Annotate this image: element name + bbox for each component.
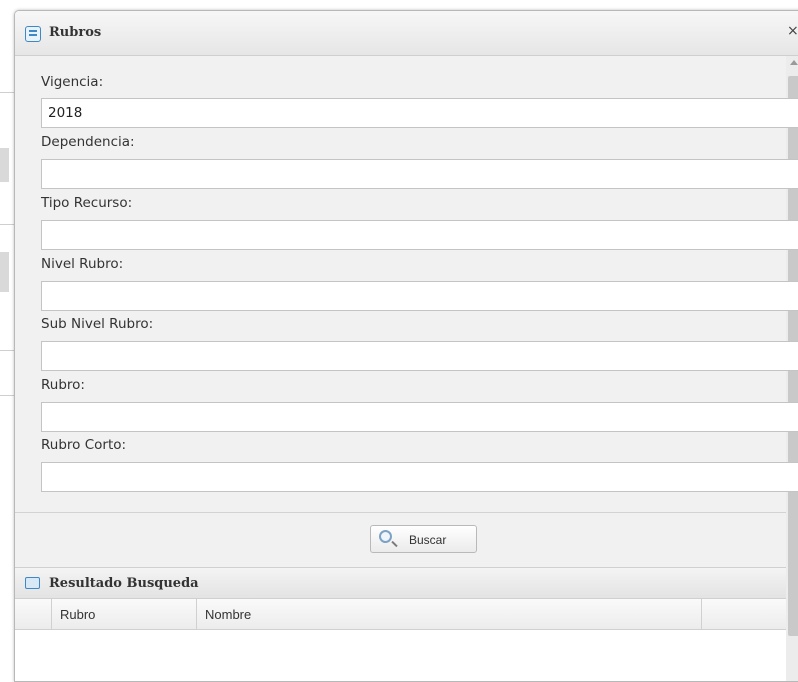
- results-grid-header: Rubro Nombre: [15, 599, 786, 630]
- results-panel-icon: [25, 577, 40, 589]
- rubro-corto-label: Rubro Corto:: [41, 437, 127, 453]
- results-grid-body: [15, 630, 786, 681]
- window-icon: [25, 26, 41, 42]
- column-header-rubro[interactable]: Rubro: [51, 599, 196, 629]
- tipo-recurso-label: Tipo Recurso:: [41, 195, 133, 211]
- background-page-edge: [0, 252, 9, 292]
- column-header-empty: [701, 599, 786, 629]
- background-page-edge: [0, 148, 9, 182]
- background-divider: [0, 395, 14, 396]
- form-divider: [15, 512, 786, 513]
- background-divider: [0, 350, 14, 351]
- rubro-input[interactable]: [41, 402, 798, 432]
- sub-nivel-rubro-input[interactable]: [41, 341, 798, 371]
- results-panel-header: Resultado Busqueda: [15, 567, 786, 599]
- rubros-dialog: Rubros × Vigencia: Dependencia: Tipo Rec…: [14, 10, 798, 682]
- dependencia-label: Dependencia:: [41, 134, 135, 150]
- scroll-up-icon[interactable]: [790, 60, 798, 65]
- sub-nivel-rubro-label: Sub Nivel Rubro:: [41, 316, 154, 332]
- search-icon: [379, 530, 392, 543]
- nivel-rubro-label: Nivel Rubro:: [41, 256, 124, 272]
- column-header-nombre[interactable]: Nombre: [196, 599, 701, 629]
- search-button[interactable]: Buscar: [370, 525, 477, 553]
- tipo-recurso-input[interactable]: [41, 220, 798, 250]
- search-button-label: Buscar: [409, 533, 447, 547]
- results-panel-title: Resultado Busqueda: [49, 576, 199, 591]
- background-divider: [0, 92, 14, 93]
- vigencia-label: Vigencia:: [41, 74, 104, 90]
- dialog-title: Rubros: [49, 25, 102, 40]
- dialog-titlebar[interactable]: Rubros ×: [15, 11, 798, 56]
- close-button[interactable]: ×: [787, 23, 798, 39]
- dependencia-input[interactable]: [41, 159, 798, 189]
- background-divider: [0, 224, 14, 225]
- rubro-label: Rubro:: [41, 377, 85, 393]
- rubro-corto-input[interactable]: [41, 462, 798, 492]
- nivel-rubro-input[interactable]: [41, 281, 798, 311]
- vigencia-input[interactable]: [41, 98, 798, 128]
